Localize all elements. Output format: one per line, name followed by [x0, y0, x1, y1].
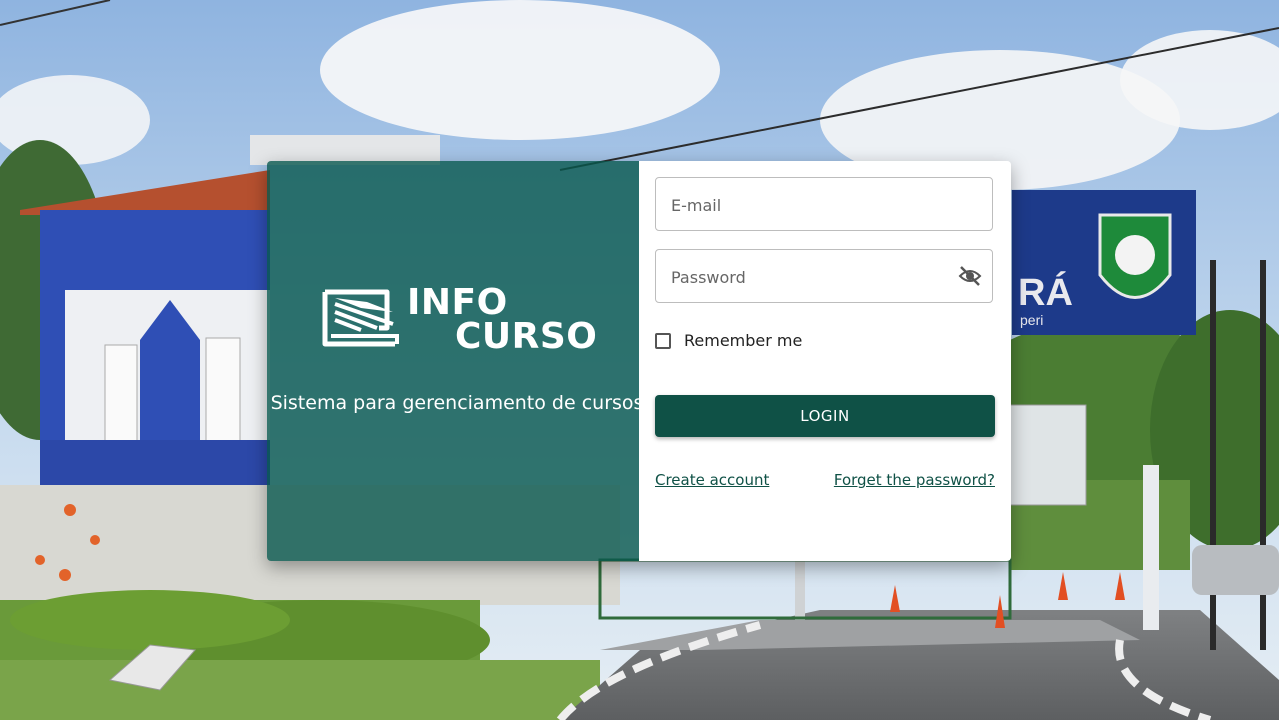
- email-input[interactable]: [669, 178, 963, 232]
- login-card: INFO CURSO Sistema para gerenciamento de…: [267, 161, 1011, 561]
- tagline: Sistema para gerenciamento de cursos: [270, 392, 644, 414]
- remember-me[interactable]: Remember me: [655, 331, 802, 350]
- logo-wordmark: INFO CURSO: [407, 282, 598, 357]
- login-form: Remember me LOGIN Create account Forget …: [639, 161, 1011, 561]
- app-logo: INFO CURSO: [321, 282, 601, 358]
- brand-panel: INFO CURSO Sistema para gerenciamento de…: [267, 161, 643, 561]
- logo-text-info: INFO: [407, 282, 508, 323]
- login-button[interactable]: LOGIN: [655, 395, 995, 437]
- sign-text-large: RÁ: [1018, 270, 1073, 314]
- sign-text-small: peri: [1020, 312, 1043, 328]
- open-laptop-logo-icon: [322, 289, 399, 347]
- email-field[interactable]: [655, 177, 993, 232]
- create-account-link[interactable]: Create account: [655, 471, 769, 489]
- password-field[interactable]: [655, 249, 993, 304]
- logo-text-curso: CURSO: [455, 316, 598, 357]
- remember-me-checkbox[interactable]: [655, 332, 671, 349]
- forget-password-link[interactable]: Forget the password?: [834, 471, 995, 489]
- eye-off-icon[interactable]: [958, 265, 982, 287]
- remember-me-label: Remember me: [684, 331, 803, 350]
- password-input[interactable]: [669, 250, 963, 304]
